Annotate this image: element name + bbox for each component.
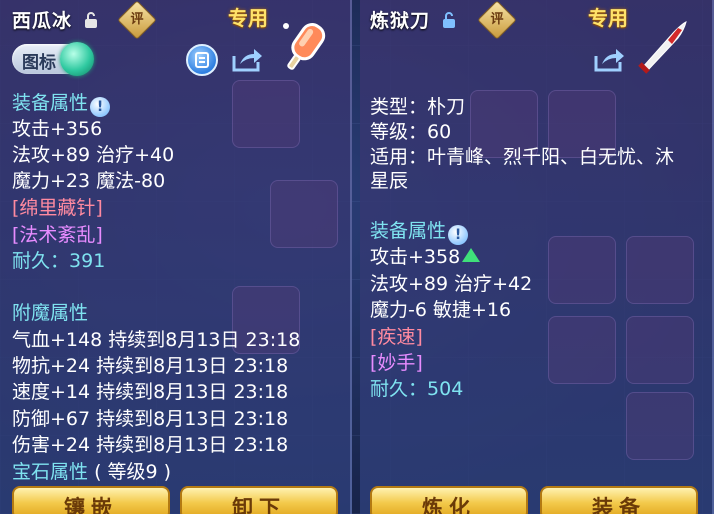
equip-stat: 攻击+356 (12, 118, 103, 140)
inventory-slot (548, 316, 616, 384)
durability: 耐久：504 (370, 378, 464, 400)
unload-button[interactable]: 卸下 (180, 486, 338, 514)
level-line: 等级：60 (370, 121, 452, 143)
icon-toggle[interactable]: 图标 (12, 42, 94, 76)
equip-attributes-header: 装备属性! (370, 216, 469, 245)
inventory-slot (232, 80, 300, 148)
equip-stat: 法攻+89 治疗+40 (12, 144, 175, 166)
item-detail-panel-left: 西瓜冰 评 专用 图标 装备属性! 攻击+356 法攻+89 治疗+40 魔力+… (0, 0, 352, 514)
special-skill: [法术紊乱] (12, 224, 103, 246)
enchant-attributes-header: 附魔属性 (12, 302, 89, 324)
type-line: 类型：朴刀 (370, 96, 466, 118)
equip-stat: 法攻+89 治疗+42 (370, 273, 533, 295)
exclusive-label: 专用 (228, 6, 268, 30)
refine-button[interactable]: 炼化 (370, 486, 528, 514)
equip-stat: 攻击+358 (370, 242, 481, 269)
enchant-stat: 气血+148 持续到8月13日 23:18 (12, 329, 301, 351)
blade-icon (638, 21, 687, 74)
equip-stat: 魔力+23 魔法-80 (12, 170, 166, 192)
eval-badge[interactable]: 评 (477, 0, 517, 40)
share-icon[interactable] (230, 46, 264, 74)
fit-line: 星辰 (370, 170, 409, 192)
equip-attributes-header: 装备属性! (12, 88, 111, 117)
lock-icon (85, 12, 97, 28)
list-button[interactable] (186, 44, 218, 76)
enchant-stat: 伤害+24 持续到8月13日 23:18 (12, 434, 289, 456)
inventory-slot (626, 392, 694, 460)
inventory-slot (548, 236, 616, 304)
inventory-slot (626, 236, 694, 304)
enchant-stat: 速度+14 持续到8月13日 23:18 (12, 381, 289, 403)
gem-attributes-header: 宝石属性 ( 等级9 ) (12, 461, 172, 483)
equip-stat: 魔力-6 敏捷+16 (370, 299, 512, 321)
eval-badge[interactable]: 评 (117, 0, 157, 40)
inlay-button[interactable]: 镶嵌 (12, 486, 170, 514)
special-effect: [绵里藏针] (12, 197, 103, 219)
toggle-knob (60, 42, 94, 76)
item-name: 西瓜冰 (12, 10, 73, 32)
inventory-slot (270, 180, 338, 248)
fit-line: 适用：叶青峰、烈千阳、白无忧、沐 (370, 146, 675, 168)
special-skill: [妙手] (370, 352, 423, 374)
durability: 耐久：391 (12, 250, 106, 272)
share-icon[interactable] (592, 46, 626, 74)
enchant-stat: 防御+67 持续到8月13日 23:18 (12, 408, 289, 430)
popsicle-icon (283, 23, 326, 70)
special-effect: [疾速] (370, 326, 423, 348)
up-arrow-icon (462, 248, 481, 262)
inventory-slot (626, 316, 694, 384)
equip-button[interactable]: 装备 (540, 486, 698, 514)
exclusive-label: 专用 (588, 6, 628, 30)
item-detail-panel-right: 炼狱刀 评 专用 类型：朴刀 等级：60 适用：叶青峰、烈千阳、白无忧、沐 星辰… (360, 0, 714, 514)
item-name: 炼狱刀 (370, 10, 431, 32)
lock-icon (443, 12, 455, 28)
list-icon (195, 52, 209, 68)
enchant-stat: 物抗+24 持续到8月13日 23:18 (12, 355, 289, 377)
icon-toggle-label: 图标 (22, 53, 56, 73)
